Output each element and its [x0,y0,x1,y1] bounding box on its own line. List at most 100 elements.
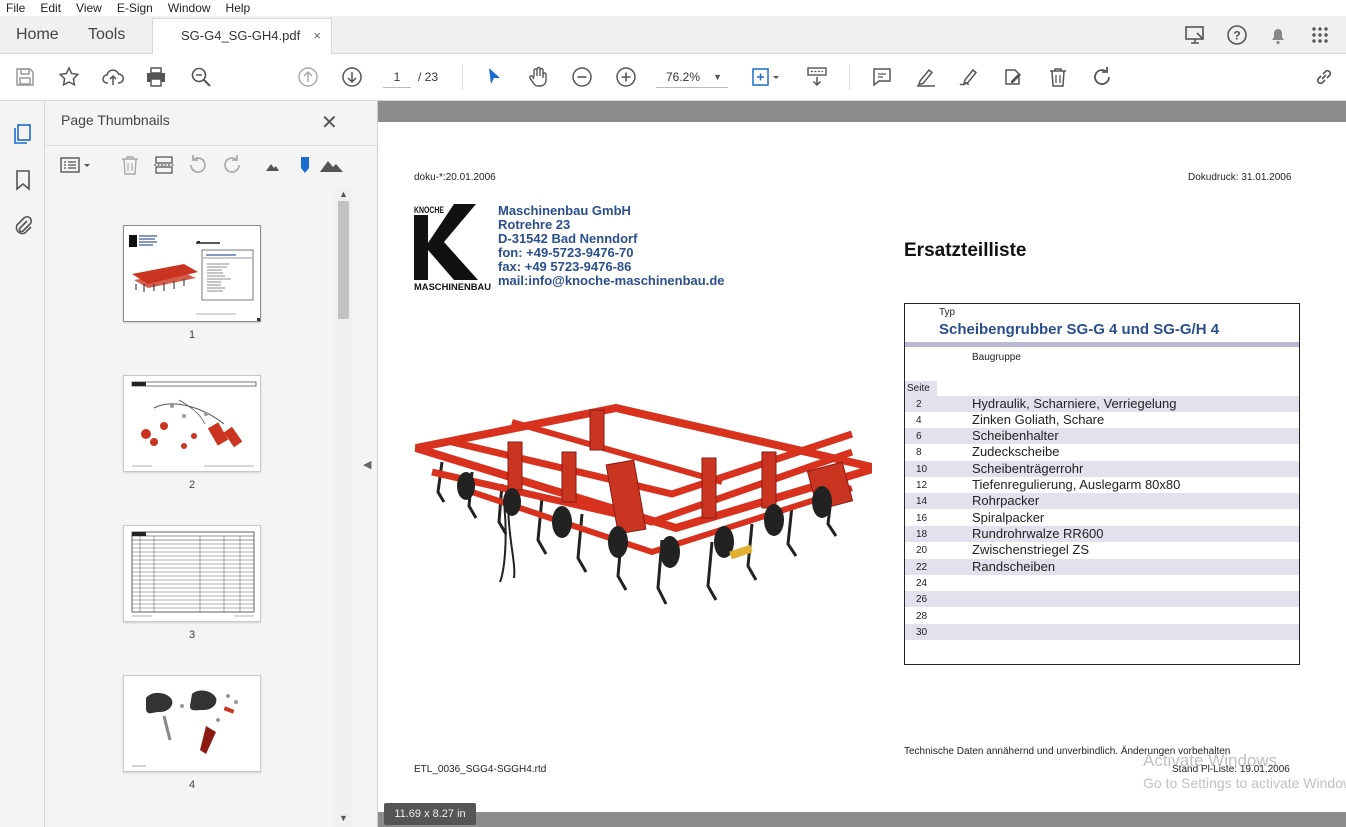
tab-tools[interactable]: Tools [88,16,125,54]
parts-row[interactable]: 6 Scheibenhalter [905,428,1299,444]
scroll-mode-icon[interactable] [805,65,829,89]
panel-title: Page Thumbnails [61,112,170,128]
sign-icon[interactable] [957,65,981,89]
parts-row[interactable]: 26 [905,591,1299,607]
comment-icon[interactable] [870,65,894,89]
tab-document[interactable]: SG-G4_SG-GH4.pdf × [152,18,332,55]
menu-esign[interactable]: E-Sign [117,1,153,15]
thumbnail-size-large-icon[interactable] [319,154,345,176]
thumbnail-options-icon[interactable] [59,154,95,176]
company-street: Rotrehre 23 [498,217,571,232]
menu-file[interactable]: File [6,1,25,15]
parts-row[interactable]: 4 Zinken Goliath, Schare [905,412,1299,428]
parts-row[interactable]: 8 Zudeckscheibe [905,444,1299,460]
logo-bottom-text: MASCHINENBAU [414,282,491,290]
scroll-up-icon[interactable]: ▲ [339,189,348,199]
scroll-down-icon[interactable]: ▼ [339,813,348,823]
tab-home[interactable]: Home [16,16,59,54]
page-thumbnail[interactable] [123,225,261,322]
pdf-page: doku-*:20.01.2006 Dokudruck: 31.01.2006 … [378,122,1346,812]
rotate-left-icon[interactable] [187,154,209,176]
toolbar-divider [849,64,850,90]
parts-row[interactable]: 18 Rundrohrwalze RR600 [905,526,1299,542]
parts-row[interactable]: 20 Zwischenstriegel ZS [905,542,1299,558]
thumbnail-size-small-icon[interactable] [261,154,283,176]
menu-view[interactable]: View [76,1,102,15]
page-thumbnails-panel: Page Thumbnails ✕ 1 2 3 4 ▲ ▼ [45,101,378,827]
title-band [905,342,1299,347]
file-name-text: ETL_0036_SGG4-SGGH4.rtd [414,764,547,775]
parts-row[interactable]: 10 Scheibenträgerrohr [905,461,1299,477]
zoom-out-icon[interactable] [570,65,594,89]
parts-row[interactable]: 14 Rohrpacker [905,493,1299,509]
page-gap [378,812,1346,827]
zoom-level-value: 76.2% [666,70,701,84]
parts-row[interactable]: 16 Spiralpacker [905,510,1299,526]
page-thumbnails-icon[interactable] [11,122,35,146]
chevron-down-icon: ▼ [713,72,722,82]
typ-title: Scheibengrubber SG-G 4 und SG-G/H 4 [939,321,1220,338]
upload-cloud-icon[interactable] [101,65,125,89]
part-page: 2 [916,399,922,410]
parts-row[interactable]: 2 Hydraulik, Scharniere, Verriegelung [905,396,1299,412]
part-name: Randscheiben [972,559,1056,574]
parts-row[interactable]: 22 Randscheiben [905,559,1299,575]
svg-text:?: ? [1233,29,1240,43]
notification-bell-icon[interactable] [1266,23,1290,47]
parts-row[interactable]: 12 Tiefenregulierung, Auslegarm 80x80 [905,477,1299,493]
fit-page-icon[interactable] [749,65,785,89]
apps-grid-icon[interactable] [1308,23,1332,47]
toolbar-divider [462,64,463,90]
extract-pages-icon[interactable] [153,154,175,176]
previous-page-icon[interactable] [296,65,320,89]
part-page: 20 [916,545,928,556]
scrollbar-thumb[interactable] [338,201,349,319]
zoom-search-icon[interactable] [189,65,213,89]
document-view[interactable]: doku-*:20.01.2006 Dokudruck: 31.01.2006 … [378,101,1346,827]
rotate-icon[interactable] [1090,65,1114,89]
thumbnail-scrollbar[interactable]: ▲ ▼ [335,189,352,827]
edit-pdf-icon[interactable] [1001,65,1025,89]
part-page: 6 [916,431,922,442]
share-screen-icon[interactable] [1183,23,1207,47]
toolbar: / 23 76.2% ▼ [0,54,1346,101]
part-page: 4 [916,415,922,426]
page-thumbnail[interactable] [123,375,261,472]
parts-row[interactable]: 28 [905,608,1299,624]
delete-page-icon[interactable] [119,154,141,176]
left-tool-rail [0,101,45,827]
hand-tool-icon[interactable] [526,65,550,89]
share-link-icon[interactable] [1312,65,1336,89]
attachments-paperclip-icon[interactable] [11,214,35,238]
help-icon[interactable]: ? [1225,23,1249,47]
page-number-input[interactable] [383,66,411,88]
page-thumbnail[interactable] [123,675,261,772]
page-size-badge: 11.69 x 8.27 in [384,803,476,825]
rotate-right-icon[interactable] [221,154,243,176]
next-page-icon[interactable] [340,65,364,89]
collapse-panel-icon[interactable]: ◀ [363,458,371,471]
page-thumbnail[interactable] [123,525,261,622]
seite-header: Seite [905,381,937,396]
delete-icon[interactable] [1046,65,1070,89]
part-page: 26 [916,594,928,605]
parts-row[interactable]: 30 [905,624,1299,640]
menu-edit[interactable]: Edit [40,1,61,15]
save-icon[interactable] [13,65,37,89]
part-page: 18 [916,529,928,540]
bookmark-star-icon[interactable] [57,65,81,89]
parts-row[interactable]: 24 [905,575,1299,591]
close-panel-icon[interactable]: ✕ [321,110,338,135]
print-icon[interactable] [144,65,168,89]
part-page: 8 [916,447,922,458]
zoom-in-icon[interactable] [614,65,638,89]
part-name: Scheibenträgerrohr [972,461,1084,476]
select-cursor-icon[interactable] [482,65,506,89]
zoom-level-dropdown[interactable]: 76.2% ▼ [656,66,728,88]
menu-help[interactable]: Help [226,1,251,15]
highlight-pen-icon[interactable] [914,65,938,89]
bookmarks-icon[interactable] [11,168,35,192]
menu-window[interactable]: Window [168,1,211,15]
close-tab-icon[interactable]: × [313,19,321,53]
thumbnail-size-slider-icon[interactable] [294,154,316,176]
